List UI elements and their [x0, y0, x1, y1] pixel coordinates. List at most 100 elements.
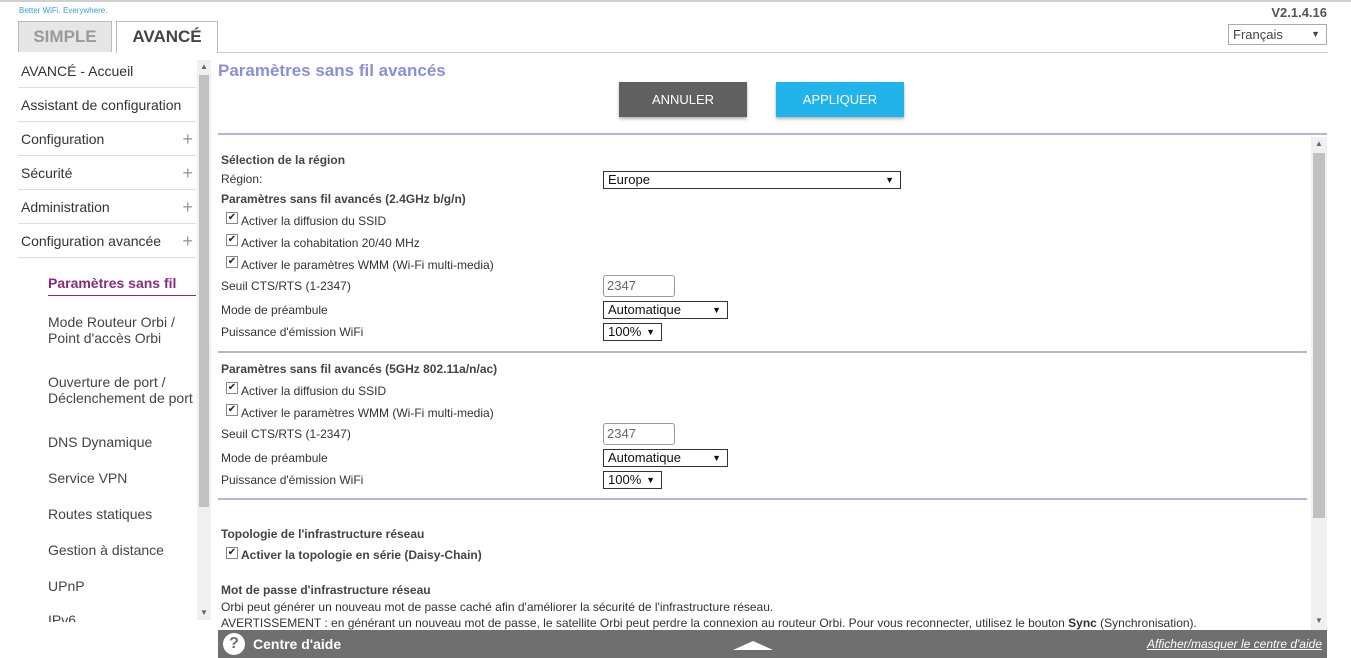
settings-panel: Sélection de la région Région: Europe ▼ P…: [218, 136, 1310, 630]
band24-power-select[interactable]: 100% ▼: [603, 323, 662, 341]
scroll-up-icon[interactable]: ▲: [197, 62, 211, 71]
sidebar-scrollbar[interactable]: ▲ ▼: [197, 60, 211, 620]
region-heading: Sélection de la région: [221, 153, 346, 167]
chevron-down-icon: ▼: [1311, 29, 1320, 39]
sidebar-item-configuration[interactable]: Configuration +: [18, 122, 196, 156]
chevron-down-icon: ▼: [646, 327, 655, 337]
cancel-button[interactable]: ANNULER: [619, 82, 747, 117]
scroll-down-icon[interactable]: ▼: [1311, 616, 1327, 625]
chevron-down-icon: ▼: [712, 453, 721, 463]
scroll-up-icon[interactable]: ▲: [1311, 139, 1327, 148]
sidebar-item-label: Assistant de configuration: [21, 97, 182, 113]
language-value: Français: [1233, 27, 1283, 42]
band5-heading: Paramètres sans fil avancés (5GHz 802.11…: [221, 362, 498, 376]
daisy-chain-checkbox[interactable]: ✔: [226, 547, 238, 559]
band5-power-select[interactable]: 100% ▼: [603, 471, 662, 489]
infra-password-heading: Mot de passe d'infrastructure réseau: [221, 583, 431, 597]
band24-power-value: 100%: [608, 324, 642, 339]
band24-wmm-label: Activer le paramètres WMM (Wi-Fi multi-m…: [241, 258, 494, 272]
band24-coexistence-label: Activer la cohabitation 20/40 MHz: [241, 236, 420, 250]
sidebar-subitem-port-forwarding[interactable]: Ouverture de port / Déclenchement de por…: [48, 374, 193, 406]
band24-preamble-label: Mode de préambule: [221, 303, 328, 317]
content-scrollbar[interactable]: ▲ ▼: [1311, 137, 1327, 630]
firmware-version: V2.1.4.16: [1271, 5, 1327, 20]
band5-preamble-label: Mode de préambule: [221, 451, 328, 465]
toggle-help-link[interactable]: Afficher/masquer le centre d'aide: [1147, 637, 1322, 651]
region-value: Europe: [608, 172, 650, 187]
plus-icon[interactable]: +: [182, 224, 193, 258]
region-label: Région:: [221, 172, 263, 186]
sidebar-subitem-ipv6[interactable]: IPv6: [48, 612, 76, 622]
plus-icon[interactable]: +: [182, 190, 193, 224]
band5-power-label: Puissance d'émission WiFi: [221, 473, 364, 487]
apply-button[interactable]: APPLIQUER: [776, 82, 904, 117]
sidebar-item-setup-wizard[interactable]: Assistant de configuration: [18, 88, 196, 122]
help-center-bar[interactable]: ? Centre d'aide Afficher/masquer le cent…: [218, 630, 1327, 658]
daisy-chain-label: Activer la topologie en série (Daisy-Cha…: [241, 548, 482, 562]
chevron-up-icon[interactable]: [733, 641, 773, 650]
sidebar-subitem-dynamic-dns[interactable]: DNS Dynamique: [48, 434, 152, 450]
sidebar-item-label: Configuration: [21, 131, 105, 147]
band5-wmm-checkbox[interactable]: ✔: [226, 404, 238, 416]
section-divider: [218, 351, 1307, 353]
page-title: Paramètres sans fil avancés: [218, 61, 446, 80]
sidebar-scroll-thumb[interactable]: [199, 75, 209, 507]
band24-cts-input[interactable]: 2347: [603, 275, 675, 297]
sidebar-subitem-wireless-settings[interactable]: Paramètres sans fil: [48, 275, 196, 296]
content-scroll-thumb[interactable]: [1313, 153, 1325, 518]
warning-text-end: (Synchronisation).: [1096, 616, 1197, 630]
band5-cts-input[interactable]: 2347: [603, 423, 675, 445]
sidebar-item-advanced-setup[interactable]: Configuration avancée +: [18, 224, 196, 258]
band5-cts-label: Seuil CTS/RTS (1-2347): [221, 427, 351, 441]
brand-tagline: Better WiFi. Everywhere.: [19, 6, 108, 15]
plus-icon[interactable]: +: [182, 156, 193, 190]
infra-password-description: Orbi peut générer un nouveau mot de pass…: [221, 600, 774, 614]
band24-wmm-checkbox[interactable]: ✔: [226, 256, 238, 268]
sidebar-nav: AVANCÉ - Accueil Assistant de configurat…: [18, 54, 196, 258]
band24-cts-label: Seuil CTS/RTS (1-2347): [221, 279, 351, 293]
question-icon: ?: [223, 633, 245, 655]
chevron-down-icon: ▼: [885, 175, 894, 185]
band5-ssid-checkbox[interactable]: ✔: [226, 382, 238, 394]
band24-ssid-checkbox[interactable]: ✔: [226, 212, 238, 224]
header-divider: [218, 133, 1327, 135]
band24-coexistence-checkbox[interactable]: ✔: [226, 234, 238, 246]
band24-power-label: Puissance d'émission WiFi: [221, 325, 364, 339]
band5-power-value: 100%: [608, 472, 642, 487]
band24-ssid-label: Activer la diffusion du SSID: [241, 214, 387, 228]
scroll-down-icon[interactable]: ▼: [197, 608, 211, 617]
chevron-down-icon: ▼: [712, 305, 721, 315]
band24-preamble-value: Automatique: [608, 302, 681, 317]
sidebar-item-home[interactable]: AVANCÉ - Accueil: [18, 54, 196, 88]
sidebar-item-label: Configuration avancée: [21, 233, 162, 249]
plus-icon[interactable]: +: [182, 122, 193, 156]
sidebar-subitem-remote-management[interactable]: Gestion à distance: [48, 542, 164, 558]
sidebar-subitem-upnp[interactable]: UPnP: [48, 578, 85, 594]
sidebar-subitem-vpn[interactable]: Service VPN: [48, 470, 127, 486]
sidebar-item-label: AVANCÉ - Accueil: [21, 63, 134, 79]
tab-advanced[interactable]: AVANCÉ: [116, 21, 218, 53]
band24-preamble-select[interactable]: Automatique ▼: [603, 301, 728, 319]
tab-simple[interactable]: SIMPLE: [18, 21, 112, 52]
sidebar-item-security[interactable]: Sécurité +: [18, 156, 196, 190]
sidebar-item-label: Sécurité: [21, 165, 73, 181]
sync-keyword: Sync: [1068, 616, 1097, 630]
band24-heading: Paramètres sans fil avancés (2.4GHz b/g/…: [221, 192, 466, 206]
band5-ssid-label: Activer la diffusion du SSID: [241, 384, 387, 398]
band5-wmm-label: Activer le paramètres WMM (Wi-Fi multi-m…: [241, 406, 494, 420]
section-divider: [218, 498, 1307, 500]
infra-password-warning: AVERTISSEMENT : en générant un nouveau m…: [221, 616, 1197, 630]
sidebar-subitem-static-routes[interactable]: Routes statiques: [48, 506, 152, 522]
band5-preamble-select[interactable]: Automatique ▼: [603, 449, 728, 467]
topology-heading: Topologie de l'infrastructure réseau: [221, 527, 425, 541]
top-border: [0, 0, 1351, 2]
region-select[interactable]: Europe ▼: [603, 171, 901, 189]
sidebar-subitem-router-ap-mode[interactable]: Mode Routeur Orbi / Point d'accès Orbi: [48, 314, 175, 346]
chevron-down-icon: ▼: [646, 475, 655, 485]
sidebar-item-label: Administration: [21, 199, 110, 215]
language-select[interactable]: Français ▼: [1228, 24, 1327, 45]
band5-preamble-value: Automatique: [608, 450, 681, 465]
sidebar-item-administration[interactable]: Administration +: [18, 190, 196, 224]
help-center-title: Centre d'aide: [253, 636, 342, 652]
warning-text: AVERTISSEMENT : en générant un nouveau m…: [221, 616, 1069, 630]
